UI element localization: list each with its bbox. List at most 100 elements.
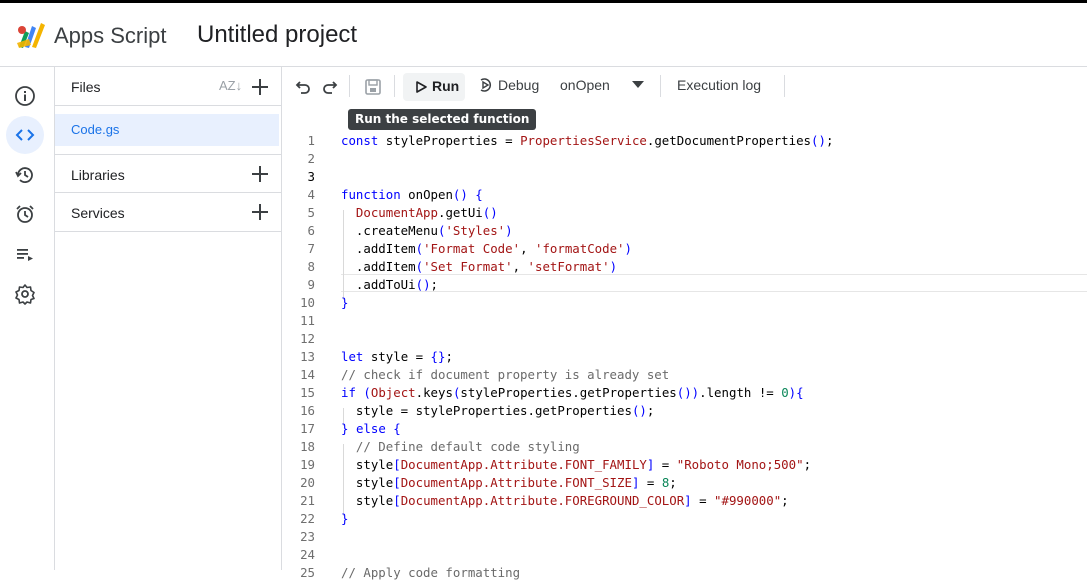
code-line: 23 [282,528,1087,546]
code-line: 15 if (Object.keys(styleProperties.getPro… [282,384,1087,402]
file-item-code-gs[interactable]: Code.gs [55,114,279,146]
line-number: 22 [300,511,315,526]
line-number: 15 [300,385,315,400]
code-icon [15,129,35,141]
libraries-label: Libraries [71,167,125,183]
files-panel: Files AZ↓ Code.gs Libraries Services [55,67,282,570]
line-number: 12 [300,331,315,346]
add-library-plus-icon[interactable] [251,165,269,183]
execution-log-button[interactable]: Execution log [677,77,761,93]
editor-nav-button[interactable] [6,116,44,154]
line-number: 10 [300,295,315,310]
add-service-plus-icon[interactable] [251,203,269,221]
line-number: 20 [300,475,315,490]
code-line: 21 style[DocumentApp.Attribute.FOREGROUN… [282,492,1087,510]
executions-nav-button[interactable] [6,235,44,273]
code-text: function onOpen() { [341,187,483,202]
overview-nav-button[interactable] [6,77,44,115]
history-nav-button[interactable] [6,156,44,194]
code-line: 11 [282,312,1087,330]
code-line: 17} else { [282,420,1087,438]
function-name: onOpen [560,77,610,93]
file-name: Code.gs [71,122,120,137]
line-number: 18 [300,439,315,454]
code-line: 19 style[DocumentApp.Attribute.FONT_FAMI… [282,456,1087,474]
files-header: Files AZ↓ [55,67,281,106]
files-label: Files [71,79,101,95]
toolbar-divider [784,75,785,97]
code-text: style = styleProperties.getProperties(); [341,403,655,418]
line-number: 6 [307,223,315,238]
code-text: .addItem('Format Code', 'formatCode') [341,241,632,256]
run-button[interactable]: Run [403,73,465,101]
code-line: 7 .addItem('Format Code', 'formatCode') [282,240,1087,258]
code-line: 12 [282,330,1087,348]
left-navigation-rail [0,67,55,570]
toolbar-divider [349,75,350,97]
add-file-plus-icon[interactable] [251,78,269,96]
code-text: style[DocumentApp.Attribute.FONT_FAMILY]… [341,457,812,472]
line-number: 7 [307,241,315,256]
debug-icon [480,78,491,92]
code-line: 16 style = styleProperties.getProperties… [282,402,1087,420]
list-play-icon [17,249,33,261]
code-text: } else { [341,421,401,436]
editor-toolbar: Run Debug onOpen Execution log [282,67,1087,107]
code-line: 20 style[DocumentApp.Attribute.FONT_SIZE… [282,474,1087,492]
line-number: 24 [300,547,315,562]
code-text: // Apply code formatting [341,565,521,580]
line-number: 21 [300,493,315,508]
line-number: 3 [307,169,315,184]
line-number: 16 [300,403,315,418]
save-icon[interactable] [364,78,382,96]
code-text: style[DocumentApp.Attribute.FONT_SIZE] =… [341,475,677,490]
sort-files-icon[interactable]: AZ↓ [219,78,242,93]
code-line: 6 .createMenu('Styles') [282,222,1087,240]
function-selector[interactable]: onOpen [560,77,644,93]
run-tooltip: Run the selected function [348,109,537,130]
code-line: 4 function onOpen() { [282,186,1087,204]
code-line: 18 // Define default code styling [282,438,1087,456]
code-text: .addItem('Set Format', 'setFormat') [341,259,618,274]
code-text: // Define default code styling [341,439,580,454]
toolbar-divider [660,75,661,97]
project-title[interactable]: Untitled project [197,21,357,49]
history-icon [15,167,33,183]
line-number: 1 [307,133,315,148]
alarm-icon [16,205,34,223]
app-header: Apps Script Untitled project [0,3,1087,67]
code-line: 2 [282,150,1087,168]
services-row: Services [55,193,281,232]
debug-button[interactable]: Debug [477,77,539,93]
toolbar-divider [394,75,395,97]
services-label: Services [71,205,125,221]
execution-log-label: Execution log [677,77,762,93]
line-number: 9 [307,277,315,292]
code-line: 13 let style = {}; [282,348,1087,366]
apps-script-logo-icon [17,23,45,48]
code-line: 22} [282,510,1087,528]
code-editor[interactable]: 1 const styleProperties = PropertiesServi… [282,107,1087,580]
code-text: .createMenu('Styles') [341,223,513,238]
info-icon [15,86,35,106]
sort-label: AZ [219,78,236,93]
code-text: if (Object.keys(styleProperties.getPrope… [341,385,804,400]
libraries-row: Libraries [55,154,281,193]
settings-nav-button[interactable] [6,275,44,313]
redo-icon[interactable] [322,79,338,95]
line-number: 19 [300,457,315,472]
undo-icon[interactable] [295,79,311,95]
code-line: 9 .addToUi(); [282,276,1087,294]
code-line: 25 // Apply code formatting [282,564,1087,582]
code-text: } [341,295,349,310]
line-number: 23 [300,529,315,544]
sort-arrow-icon: ↓ [235,78,243,93]
code-text: .addToUi(); [341,277,438,292]
line-number: 2 [307,151,315,166]
line-number: 11 [300,313,315,328]
code-text: } [341,511,349,526]
code-text: const styleProperties = PropertiesServic… [341,133,834,148]
triggers-nav-button[interactable] [6,195,44,233]
line-number: 14 [300,367,315,382]
code-line: 10} [282,294,1087,312]
